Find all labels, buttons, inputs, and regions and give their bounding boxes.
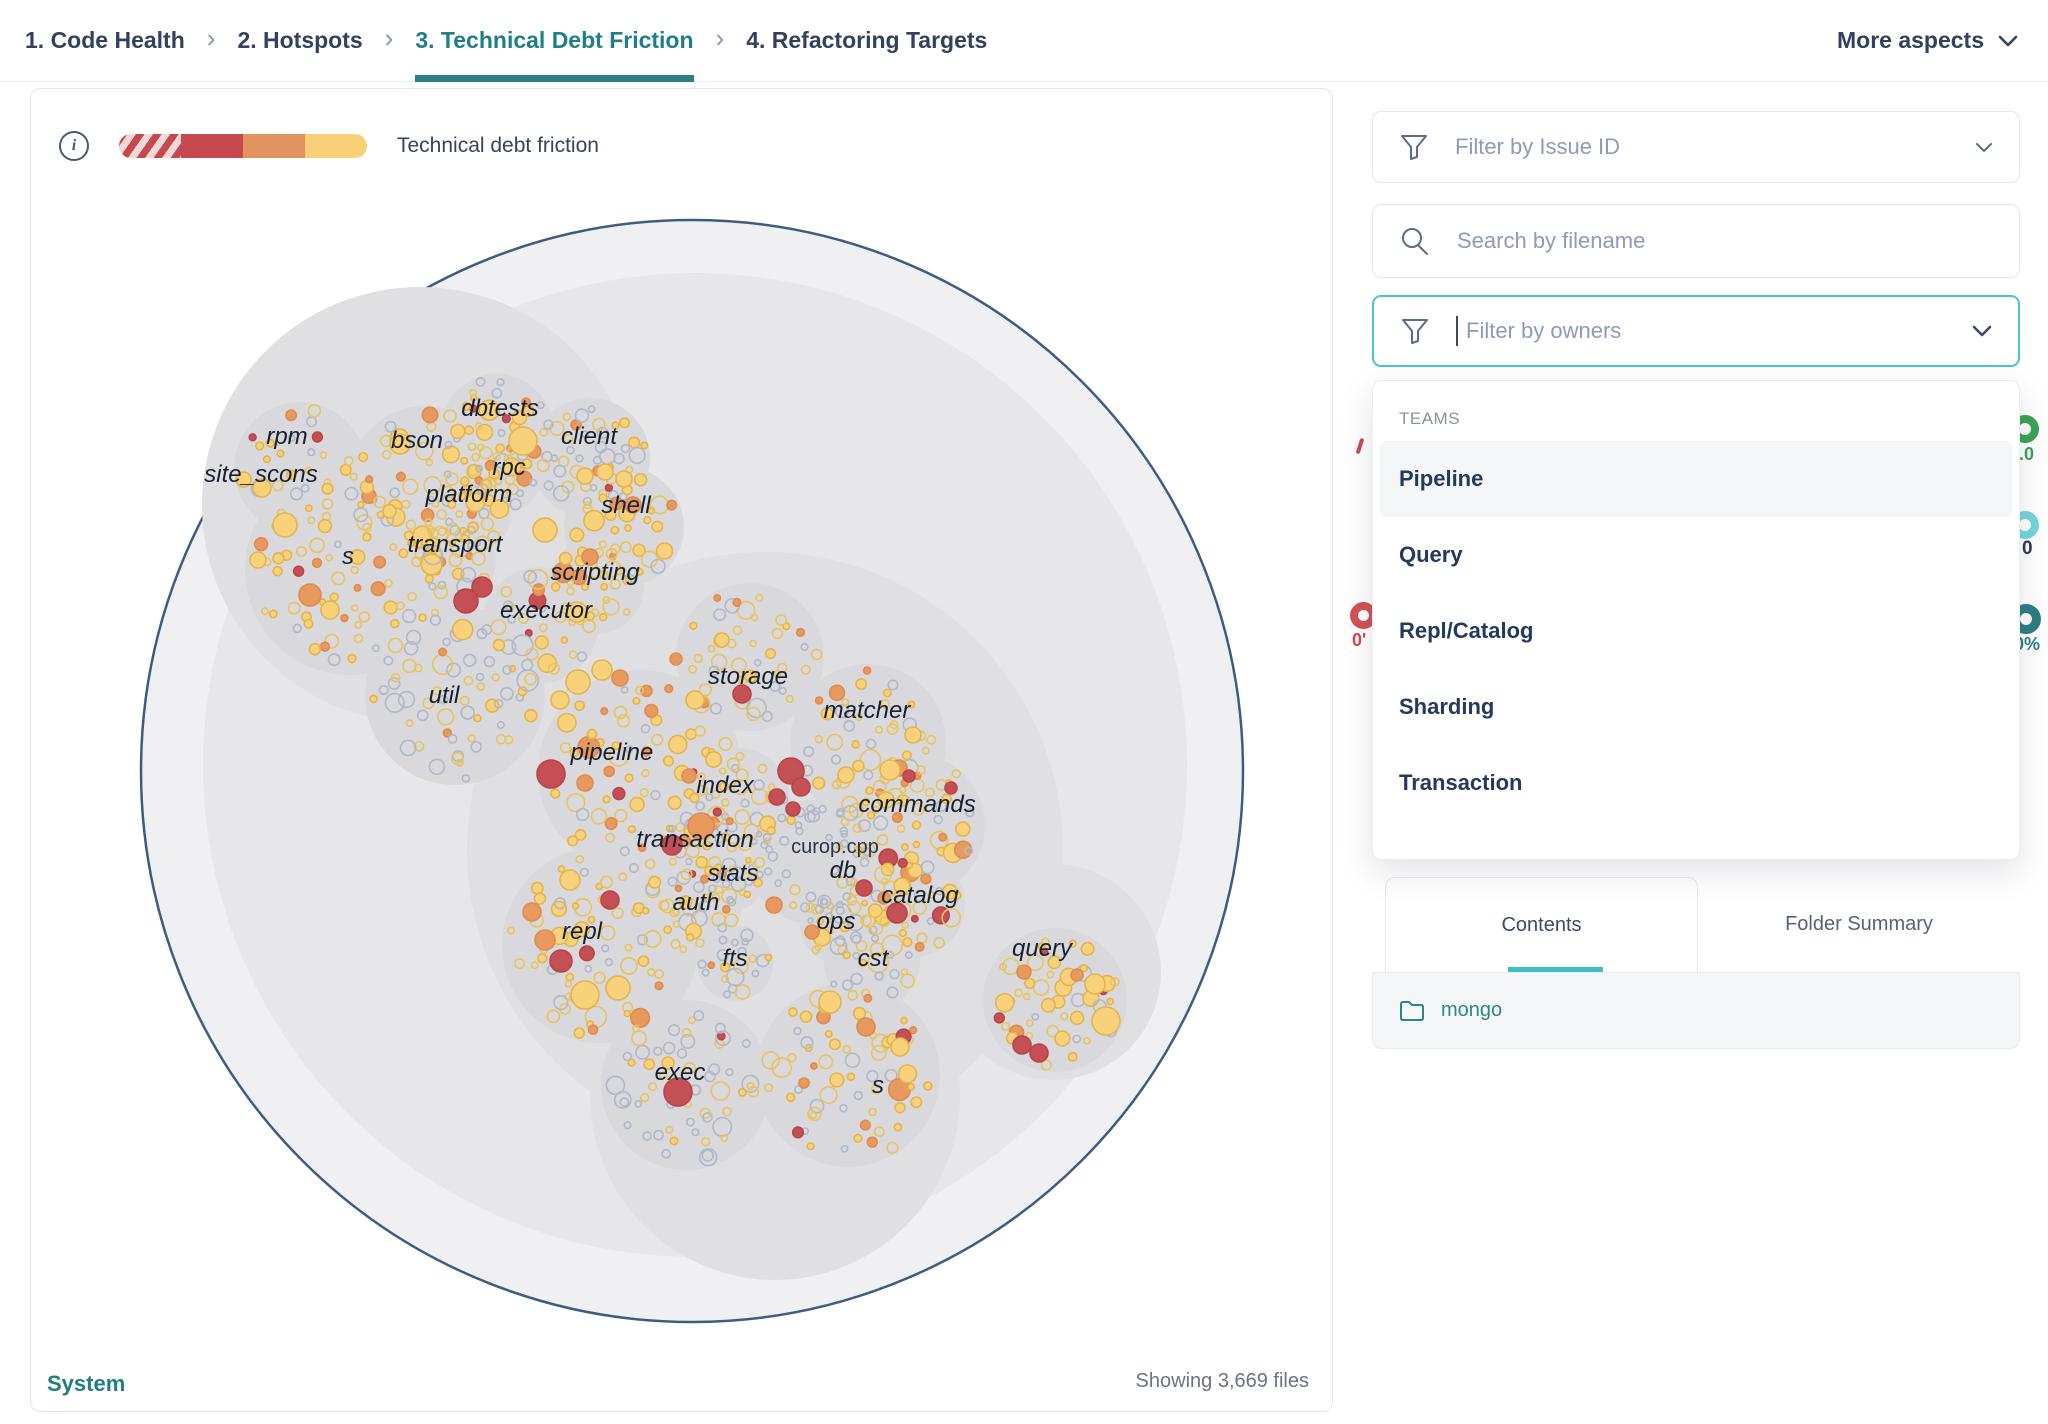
text-cursor	[1456, 316, 1458, 346]
more-aspects-label: More aspects	[1837, 27, 1984, 54]
cluster-label-scripting[interactable]: scripting	[550, 559, 640, 586]
contents-list-item-mongo[interactable]: mongo	[1372, 973, 2020, 1049]
cluster-label-executor[interactable]: executor	[500, 597, 593, 624]
issue-filter-placeholder: Filter by Issue ID	[1455, 134, 1949, 160]
cluster-label-client[interactable]: client	[561, 423, 618, 450]
cluster-label-catalog[interactable]: catalog	[881, 882, 959, 909]
cluster-label-curop-cpp[interactable]: curop.cpp	[791, 836, 879, 858]
owners-option-query[interactable]: Query	[1373, 517, 2019, 593]
scale-segment-yellow	[305, 134, 367, 158]
cluster-label-pipeline[interactable]: pipeline	[570, 739, 654, 766]
cluster-label-cst[interactable]: cst	[858, 945, 890, 972]
breadcrumb-separator: ›	[716, 23, 725, 54]
tab-folder-summary[interactable]: Folder Summary	[1698, 877, 2020, 972]
cluster-label-matcher[interactable]: matcher	[824, 697, 912, 724]
tab-bar: Contents Folder Summary	[1372, 877, 2020, 973]
breadcrumb: 1. Code Health › 2. Hotspots › 3. Technical …	[25, 0, 987, 81]
cluster-label-dbtests[interactable]: dbtests	[461, 395, 538, 422]
owners-option-transaction[interactable]: Transaction	[1373, 745, 2019, 821]
cluster-label-db[interactable]: db	[830, 857, 857, 884]
search-icon	[1399, 225, 1431, 257]
search-by-filename-input[interactable]: Search by filename	[1372, 204, 2020, 278]
cluster-label-platform[interactable]: platform	[425, 481, 513, 508]
cluster-label-transport[interactable]: transport	[408, 531, 504, 558]
breadcrumb-separator: ›	[385, 23, 394, 54]
folder-icon	[1399, 1000, 1425, 1022]
scale-segment-red	[181, 134, 243, 158]
cluster-label-index[interactable]: index	[696, 772, 754, 799]
cluster-label-site-scons[interactable]: site_scons	[204, 461, 317, 488]
cluster-label-s[interactable]: s	[342, 543, 354, 570]
cluster-label-rpm[interactable]: rpm	[266, 423, 307, 450]
breadcrumb-step-3[interactable]: 3. Technical Debt Friction	[415, 0, 693, 81]
partial-red-mark	[1356, 438, 1365, 454]
chevron-down-icon	[1972, 325, 1992, 337]
teams-group-label: TEAMS	[1399, 409, 2019, 429]
partial-score-text: 0'	[1352, 630, 1366, 651]
cluster-label-util[interactable]: util	[429, 682, 460, 709]
partial-score-text: 0	[2022, 538, 2033, 560]
partial-score-text: .0	[2019, 444, 2034, 465]
scale-segment-orange	[243, 134, 305, 158]
tab-contents-label: Contents	[1501, 914, 1581, 937]
cluster-label-shell[interactable]: shell	[601, 492, 651, 519]
breadcrumb-step-4[interactable]: 4. Refactoring Targets	[746, 0, 987, 81]
filter-funnel-icon	[1399, 132, 1429, 162]
active-tab-indicator	[1508, 967, 1603, 972]
cluster-label-storage[interactable]: storage	[708, 663, 788, 690]
cluster-label-repl[interactable]: repl	[562, 918, 603, 945]
cluster-label-stats[interactable]: stats	[708, 860, 759, 887]
cluster-label-fts[interactable]: fts	[722, 945, 747, 972]
cluster-label-query[interactable]: query	[1012, 935, 1074, 962]
cluster-label-bson[interactable]: bson	[391, 427, 443, 454]
owners-option-pipeline[interactable]: Pipeline	[1379, 441, 2013, 517]
owners-dropdown-menu: TEAMS PipelineQueryRepl/CatalogShardingT…	[1372, 380, 2020, 860]
tab-contents[interactable]: Contents	[1385, 877, 1698, 972]
filter-by-issue-dropdown[interactable]: Filter by Issue ID	[1372, 111, 2020, 183]
filename-search-placeholder: Search by filename	[1457, 228, 1993, 254]
folder-name: mongo	[1441, 999, 1502, 1022]
scale-segment-hatched	[119, 134, 181, 158]
owners-option-repl-catalog[interactable]: Repl/Catalog	[1373, 593, 2019, 669]
owners-filter-placeholder: Filter by owners	[1466, 318, 1946, 344]
filter-by-owners-input[interactable]: Filter by owners	[1372, 295, 2020, 367]
tab-folder-summary-label: Folder Summary	[1785, 913, 1933, 936]
chevron-down-icon	[1998, 35, 2018, 47]
circle-packing-chart[interactable]: rpm site_scons bson dbtests client rpcplatfor…	[30, 88, 1333, 1412]
filter-funnel-icon	[1400, 316, 1430, 346]
cluster-label-ops[interactable]: ops	[817, 908, 856, 935]
top-navigation: 1. Code Health › 2. Hotspots › 3. Technical …	[0, 0, 2048, 82]
breadcrumb-step-2[interactable]: 2. Hotspots	[237, 0, 362, 81]
chart-legend: i Technical debt friction	[59, 131, 599, 161]
friction-color-scale	[119, 134, 367, 158]
more-aspects-button[interactable]: More aspects	[1837, 27, 2018, 54]
info-icon[interactable]: i	[59, 131, 89, 161]
cluster-label-transaction[interactable]: transaction	[636, 826, 753, 853]
owners-option-sharding[interactable]: Sharding	[1373, 669, 2019, 745]
cluster-label-s[interactable]: s	[872, 1072, 884, 1099]
chevron-down-icon	[1975, 142, 1993, 153]
cluster-label-exec[interactable]: exec	[655, 1059, 706, 1086]
legend-title: Technical debt friction	[397, 134, 599, 158]
breadcrumb-step-1[interactable]: 1. Code Health	[25, 0, 185, 81]
cluster-label-commands[interactable]: commands	[858, 791, 975, 818]
cluster-label-auth[interactable]: auth	[673, 889, 720, 916]
cluster-label-rpc[interactable]: rpc	[492, 454, 525, 481]
breadcrumb-separator: ›	[207, 23, 216, 54]
folder-details-card: Contents Folder Summary mongo	[1372, 877, 2020, 1048]
